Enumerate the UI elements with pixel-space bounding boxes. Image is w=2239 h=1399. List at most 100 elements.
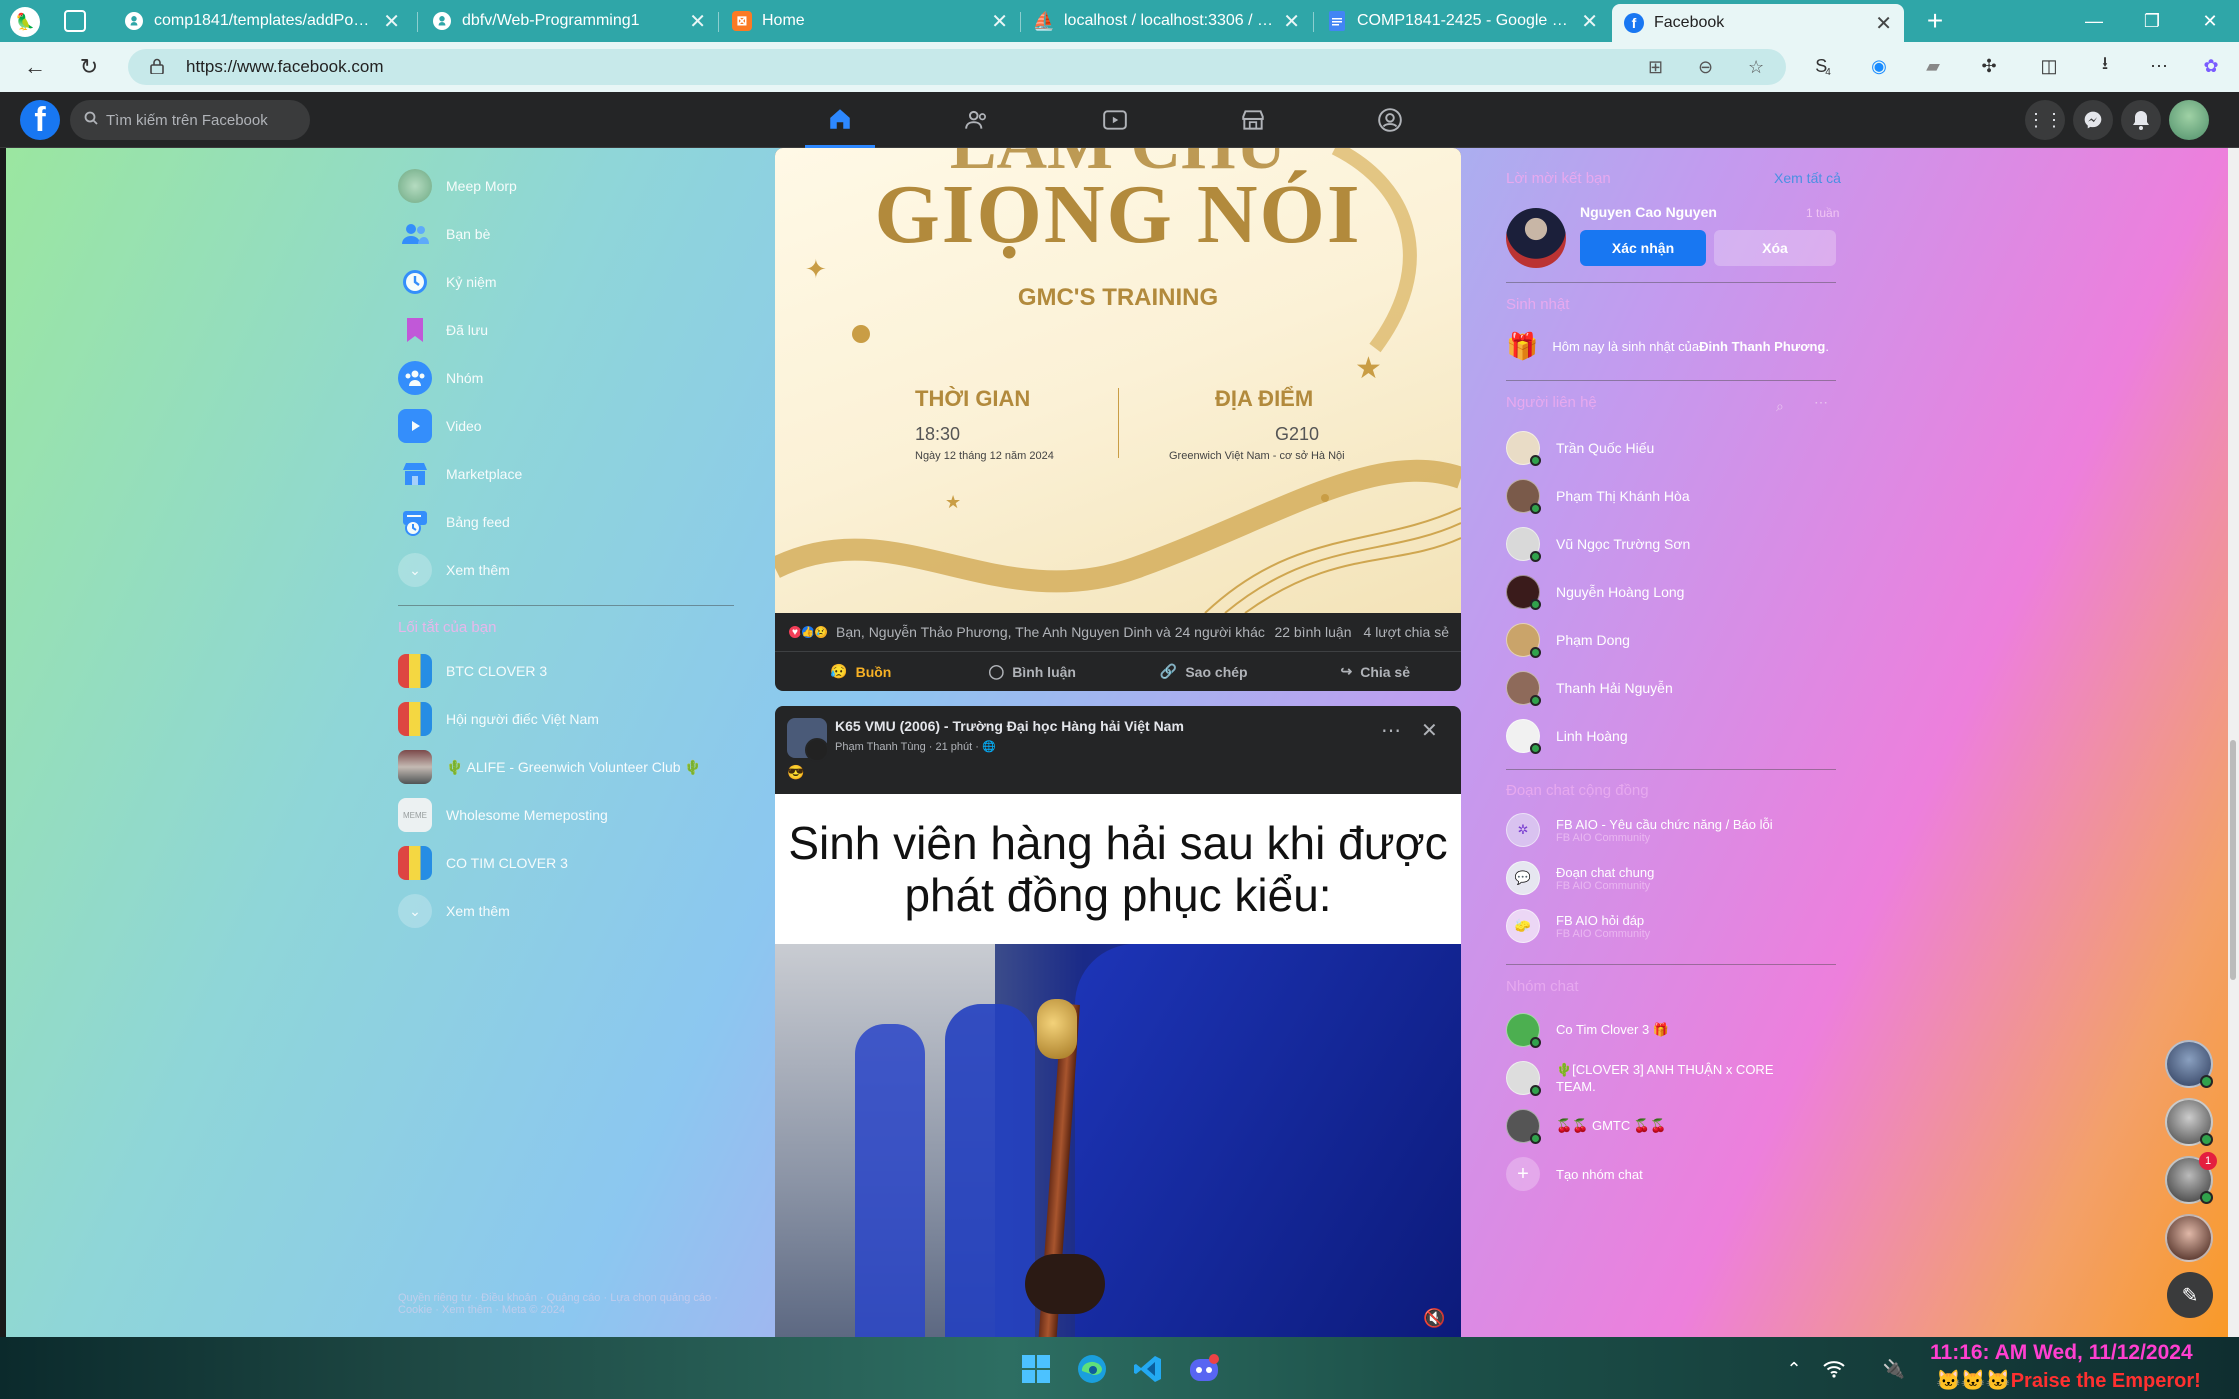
- contacts-search-icon[interactable]: ⌕: [1776, 398, 1784, 415]
- meme-caption-box[interactable]: Sinh viên hàng hải sau khi được phát đồn…: [775, 794, 1461, 944]
- zoom-icon[interactable]: ⊖: [1698, 57, 1713, 78]
- browser-tab[interactable]: ⛵ localhost / localhost:3306 / course ✕: [1022, 4, 1312, 38]
- sidebar-item-profile[interactable]: Meep Morp: [398, 166, 517, 206]
- new-tab-button[interactable]: +: [1918, 4, 1952, 38]
- contacts-more-icon[interactable]: ⋯: [1814, 394, 1828, 411]
- shazam-extension-icon[interactable]: ◉: [1864, 51, 1894, 81]
- browser-tab[interactable]: COMP1841-2425 - Google Docs ✕: [1315, 4, 1610, 38]
- group-chat-item[interactable]: 🌵[CLOVER 3] ANH THUẬN x CORE TEAM.: [1506, 1058, 1806, 1098]
- browser-profile-icon[interactable]: 🦜: [10, 7, 40, 37]
- account-avatar[interactable]: [2169, 100, 2209, 140]
- contact-item[interactable]: Trần Quốc Hiếu: [1506, 428, 1654, 468]
- chat-head-avatar[interactable]: 1: [2165, 1152, 2217, 1204]
- contact-item[interactable]: Nguyễn Hoàng Long: [1506, 572, 1684, 612]
- community-chat-item[interactable]: 🧽 FB AIO hỏi đáp FB AIO Community: [1506, 906, 1650, 946]
- contact-item[interactable]: Phạm Thị Khánh Hòa: [1506, 476, 1690, 516]
- comments-count[interactable]: 22 bình luận: [1274, 624, 1351, 640]
- sidebar-item-feeds[interactable]: Bảng feed: [398, 502, 510, 542]
- back-icon[interactable]: ←: [18, 50, 52, 84]
- more-options-icon[interactable]: ⋯: [2144, 51, 2174, 81]
- app-available-icon[interactable]: ⊞: [1648, 57, 1663, 78]
- restore-icon[interactable]: ❐: [2123, 0, 2181, 42]
- browser-tab[interactable]: comp1841/templates/addPost.htm ✕: [112, 4, 412, 38]
- close-tab-icon[interactable]: ✕: [383, 9, 400, 34]
- delete-button[interactable]: Xóa: [1714, 230, 1836, 266]
- mute-icon[interactable]: 🔇: [1423, 1308, 1445, 1329]
- vscode-icon[interactable]: [1130, 1351, 1166, 1387]
- reactions-summary[interactable]: Bạn, Nguyễn Thảo Phương, The Anh Nguyen …: [836, 624, 1274, 640]
- sidebar-item-friends[interactable]: Bạn bè: [398, 214, 490, 254]
- see-all-link[interactable]: Xem tất cả: [1774, 170, 1841, 186]
- wifi-icon[interactable]: [1816, 1351, 1852, 1387]
- contact-item[interactable]: Vũ Ngọc Trường Sơn: [1506, 524, 1690, 564]
- share-button[interactable]: ↪ Chia sẻ: [1290, 652, 1462, 691]
- search-input[interactable]: Tìm kiếm trên Facebook: [70, 100, 310, 140]
- react-button[interactable]: 😥 Buồn: [775, 652, 947, 691]
- post-author[interactable]: Phạm Thanh Tùng: [835, 741, 926, 753]
- create-group-chat[interactable]: + Tạo nhóm chat: [1506, 1154, 1643, 1194]
- scrollbar-thumb[interactable]: [2230, 740, 2236, 980]
- group-chat-item[interactable]: Co Tim Clover 3 🎁: [1506, 1010, 1669, 1050]
- community-chat-item[interactable]: 💬 Đoạn chat chung FB AIO Community: [1506, 858, 1654, 898]
- nav-watch[interactable]: [1080, 92, 1150, 148]
- nav-gaming[interactable]: [1355, 92, 1425, 148]
- messenger-icon[interactable]: [2073, 100, 2113, 140]
- shortcuts-see-more[interactable]: ⌄ Xem thêm: [398, 891, 510, 931]
- close-window-icon[interactable]: ✕: [2181, 0, 2239, 42]
- shortcut-item[interactable]: BTC CLOVER 3: [398, 651, 547, 691]
- sidebar-item-memories[interactable]: Kỷ niệm: [398, 262, 497, 302]
- sidebar-item-saved[interactable]: Đã lưu: [398, 310, 488, 350]
- close-tab-icon[interactable]: ✕: [1283, 9, 1300, 34]
- close-tab-icon[interactable]: ✕: [1581, 9, 1598, 34]
- shortcut-item[interactable]: MEME Wholesome Memeposting: [398, 795, 608, 835]
- discord-icon[interactable]: [1186, 1351, 1222, 1387]
- post-video[interactable]: 🔇: [775, 944, 1461, 1337]
- minimize-icon[interactable]: —: [2065, 0, 2123, 42]
- post-close-icon[interactable]: ✕: [1421, 718, 1438, 743]
- downloads-icon[interactable]: ⭳: [2090, 51, 2120, 81]
- sidebar-item-marketplace[interactable]: Marketplace: [398, 454, 522, 494]
- browser-tab[interactable]: dbfv/Web-Programming1 ✕: [420, 4, 718, 38]
- facebook-logo[interactable]: f: [20, 100, 60, 140]
- taskbar-clock[interactable]: 11:16: AM Wed, 11/12/2024: [1930, 1341, 2193, 1365]
- post-group-name[interactable]: K65 VMU (2006) - Trường Đại học Hàng hải…: [835, 718, 1184, 734]
- copilot-icon[interactable]: ✿: [2196, 51, 2226, 81]
- shortcut-item[interactable]: 🌵 ALIFE - Greenwich Volunteer Club 🌵: [398, 747, 702, 787]
- menu-grid-icon[interactable]: ⋮⋮: [2025, 100, 2065, 140]
- sidebar-item-groups[interactable]: Nhóm: [398, 358, 483, 398]
- close-tab-icon[interactable]: ✕: [991, 9, 1008, 34]
- comment-button[interactable]: ◯ Bình luận: [947, 652, 1119, 691]
- contact-item[interactable]: Phạm Dong: [1506, 620, 1630, 660]
- post-image[interactable]: ✦ ★ ★ LÀM CHỦ GIỌNG NÓI GMC'S TRAINING T…: [775, 148, 1461, 613]
- footer-links[interactable]: Quyền riêng tư · Điều khoản · Quảng cáo …: [398, 1292, 738, 1316]
- sidebar-item-video[interactable]: Video: [398, 406, 482, 446]
- copy-button[interactable]: 🔗 Sao chép: [1118, 652, 1290, 691]
- birthday-item[interactable]: 🎁 Hôm nay là sinh nhật của Đinh Thanh Ph…: [1506, 326, 1829, 366]
- windows-start-icon[interactable]: [1018, 1351, 1054, 1387]
- chat-head-avatar[interactable]: [2165, 1214, 2213, 1262]
- shares-count[interactable]: 4 lượt chia sẻ: [1364, 624, 1449, 640]
- nav-friends[interactable]: [942, 92, 1012, 148]
- group-chat-item[interactable]: 🍒🍒 GMTC 🍒🍒: [1506, 1106, 1666, 1146]
- split-screen-icon[interactable]: ◫: [2034, 51, 2064, 81]
- close-tab-icon[interactable]: ✕: [1875, 11, 1892, 36]
- contact-item[interactable]: Thanh Hải Nguyễn: [1506, 668, 1673, 708]
- post-more-icon[interactable]: ⋯: [1381, 718, 1401, 743]
- confirm-button[interactable]: Xác nhận: [1580, 230, 1706, 266]
- shortcut-item[interactable]: CO TIM CLOVER 3: [398, 843, 568, 883]
- shortcut-item[interactable]: Hội người điếc Việt Nam: [398, 699, 599, 739]
- extension-icon[interactable]: ▰: [1918, 51, 1948, 81]
- extension-s-icon[interactable]: S4: [1808, 51, 1838, 81]
- favorite-star-icon[interactable]: ☆: [1748, 57, 1764, 78]
- new-message-button[interactable]: ✎: [2167, 1272, 2213, 1318]
- address-bar[interactable]: https://www.facebook.com ⊞ ⊖ ☆: [128, 49, 1786, 85]
- post-time[interactable]: 21 phút: [936, 741, 973, 753]
- browser-tab[interactable]: ⊠ Home ✕: [720, 4, 1020, 38]
- request-name[interactable]: Nguyen Cao Nguyen: [1580, 204, 1717, 220]
- notifications-bell-icon[interactable]: [2121, 100, 2161, 140]
- nav-home[interactable]: [805, 92, 875, 148]
- sidebar-see-more[interactable]: ⌄ Xem thêm: [398, 550, 510, 590]
- chat-head-avatar[interactable]: [2165, 1040, 2213, 1088]
- request-avatar[interactable]: [1506, 208, 1566, 268]
- chat-head-avatar[interactable]: [2165, 1098, 2213, 1146]
